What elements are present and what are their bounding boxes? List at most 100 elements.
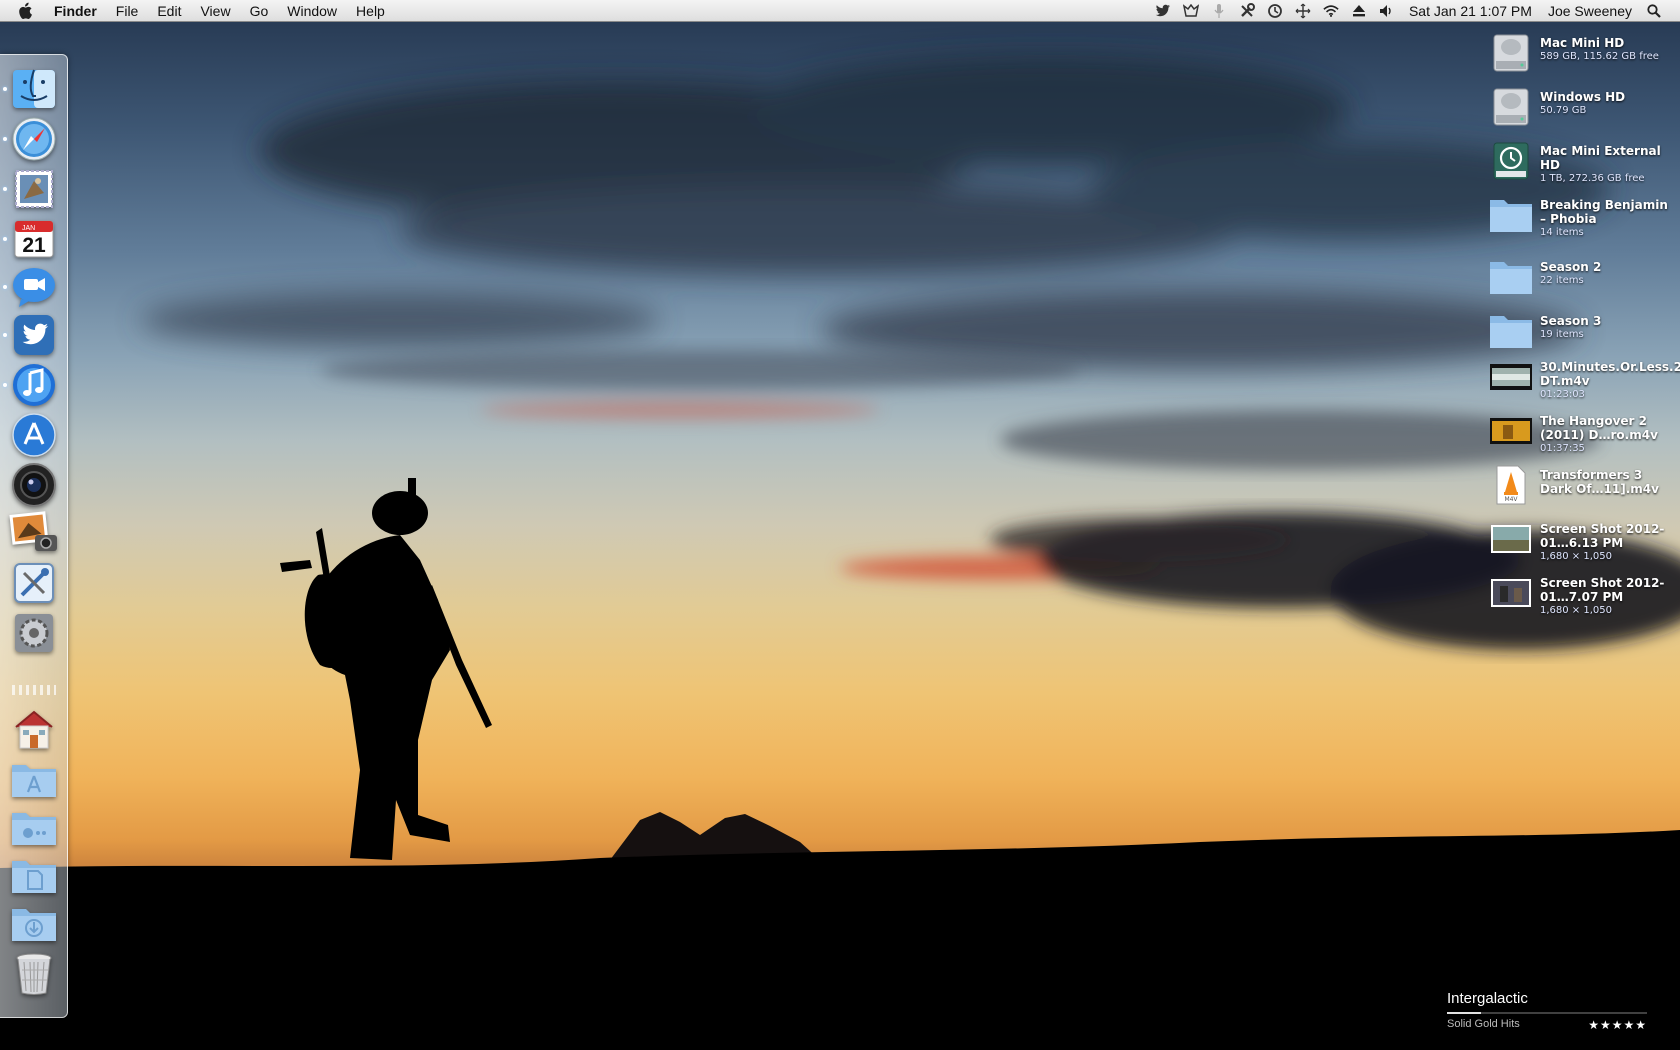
desktop-item-info: 1 TB, 272.36 GB free — [1540, 173, 1645, 184]
dock-applications-folder[interactable] — [8, 755, 60, 803]
desktop-item-info: 14 items — [1540, 227, 1584, 238]
dock-photo-booth[interactable] — [8, 461, 60, 509]
menu-clock[interactable]: Sat Jan 21 1:07 PM — [1409, 3, 1532, 19]
wifi-icon[interactable] — [1323, 3, 1339, 19]
vlc-document-icon: M4V — [1488, 462, 1534, 508]
desktop-item-name: Breaking Benjamin – Phobia — [1540, 198, 1668, 226]
fast-user-switch[interactable]: Joe Sweeney — [1548, 3, 1632, 19]
microphone-icon[interactable] — [1211, 3, 1227, 19]
dock-system-preferences[interactable] — [8, 609, 60, 657]
trash-icon — [16, 953, 52, 995]
documents-folder-icon — [12, 861, 56, 893]
desktop-item-name: Mac Mini HD — [1540, 36, 1625, 50]
desktop-item-info: 1,680 × 1,050 — [1540, 605, 1612, 616]
dock-safari[interactable] — [3, 115, 60, 163]
desktop-item-windows-hd[interactable]: Windows HD 50.79 GB — [1488, 84, 1678, 134]
desktop-item-external-hd[interactable]: Mac Mini External HD 1 TB, 272.36 GB fre… — [1488, 138, 1678, 194]
dock-ical[interactable]: JAN 21 — [3, 215, 60, 263]
camera-lens-icon — [12, 463, 56, 507]
menu-help[interactable]: Help — [356, 3, 385, 19]
desktop-item-name: Mac Mini External HD — [1540, 144, 1661, 172]
dock-home-folder[interactable] — [8, 705, 60, 753]
app-store-icon — [12, 413, 56, 457]
volume-icon[interactable] — [1379, 3, 1395, 19]
hard-drive-icon — [1488, 84, 1534, 130]
dock-utilities-folder[interactable] — [8, 803, 60, 851]
dock-documents-folder[interactable] — [8, 851, 60, 899]
utilities-folder-icon — [12, 813, 56, 845]
safari-icon — [12, 117, 56, 161]
desktop-item-name: Windows HD — [1540, 90, 1626, 104]
calendar-month: JAN — [22, 225, 35, 232]
growl-icon[interactable] — [1182, 3, 1199, 19]
tools-app-icon — [14, 563, 54, 603]
sync-icon[interactable] — [1267, 3, 1283, 19]
mail-icon — [15, 170, 53, 208]
desktop-item-name: Season 3 — [1540, 314, 1602, 328]
desktop-item-folder-season-2[interactable]: Season 2 22 items — [1488, 254, 1678, 304]
tools-icon[interactable] — [1239, 3, 1255, 19]
dock-separator — [12, 685, 56, 695]
desktop-item-screenshot-2[interactable]: Screen Shot 2012-01…7.07 PM 1,680 × 1,05… — [1488, 570, 1678, 626]
desktop-item-video-transformers-3[interactable]: M4V Transformers 3 Dark Of…11].m4v — [1488, 462, 1678, 512]
folder-icon — [1488, 254, 1534, 300]
desktop-item-info: 1,680 × 1,050 — [1540, 551, 1612, 562]
now-playing-track: Intergalactic — [1447, 990, 1528, 1007]
apple-menu-icon[interactable] — [18, 2, 38, 20]
desktop-item-name: Season 2 — [1540, 260, 1602, 274]
desktop-item-video-hangover-2[interactable]: The Hangover 2 (2011) D…ro.m4v 01:37:35 — [1488, 408, 1678, 464]
twitter-icon[interactable] — [1155, 3, 1171, 19]
spotlight-search-icon[interactable] — [1646, 3, 1662, 19]
desktop-item-info: 50.79 GB — [1540, 105, 1587, 116]
facetime-icon — [13, 268, 55, 307]
desktop-item-info: 22 items — [1540, 275, 1584, 286]
video-thumbnail-icon — [1488, 354, 1534, 400]
rating-stars[interactable]: ★★★★★ — [1588, 1018, 1647, 1032]
dock-app-store[interactable] — [8, 411, 60, 459]
menu-edit[interactable]: Edit — [157, 3, 181, 19]
desktop-item-mac-mini-hd[interactable]: Mac Mini HD 589 GB, 115.62 GB free — [1488, 30, 1678, 80]
image-thumbnail-icon — [1488, 516, 1534, 562]
desktop-item-video-30-minutes[interactable]: 30.Minutes.Or.Less.2011.BD…DT.m4v 01:23:… — [1488, 354, 1680, 410]
spaces-icon[interactable] — [1295, 3, 1311, 19]
itunes-icon — [13, 364, 55, 406]
menu-window[interactable]: Window — [287, 3, 337, 19]
desktop-item-info: 589 GB, 115.62 GB free — [1540, 51, 1659, 62]
desktop-item-screenshot-1[interactable]: Screen Shot 2012-01…6.13 PM 1,680 × 1,05… — [1488, 516, 1678, 572]
menu-app-name[interactable]: Finder — [54, 3, 97, 19]
desktop-item-folder-breaking-benjamin[interactable]: Breaking Benjamin – Phobia 14 items — [1488, 192, 1678, 248]
dock-iphoto[interactable] — [8, 509, 60, 557]
running-indicator — [3, 383, 7, 387]
dock-facetime[interactable] — [3, 263, 60, 311]
dock-downloads-folder[interactable] — [8, 899, 60, 947]
dock-finder[interactable] — [3, 65, 60, 113]
dock-twitter[interactable] — [3, 311, 60, 359]
running-indicator — [3, 333, 7, 337]
desktop-item-info: 01:23:03 — [1540, 389, 1585, 400]
menu-file[interactable]: File — [116, 3, 139, 19]
gear-icon — [15, 614, 53, 652]
file-type-badge: M4V — [1504, 496, 1518, 503]
dock-mail[interactable] — [3, 165, 60, 213]
downloads-folder-icon — [12, 909, 56, 941]
desktop-item-info: 01:37:35 — [1540, 443, 1585, 454]
menu-go[interactable]: Go — [250, 3, 269, 19]
dock: JAN 21 — [0, 54, 68, 1018]
running-indicator — [3, 285, 7, 289]
image-thumbnail-icon — [1488, 570, 1534, 616]
dock-developer-tools[interactable] — [8, 559, 60, 607]
iphoto-icon — [9, 511, 57, 551]
dock-itunes[interactable] — [3, 361, 60, 409]
eject-icon[interactable] — [1351, 3, 1367, 19]
desktop-item-info: 19 items — [1540, 329, 1584, 340]
menu-view[interactable]: View — [200, 3, 230, 19]
menu-bar: Finder File Edit View Go Window Help Sat… — [0, 0, 1680, 22]
time-machine-drive-icon — [1488, 138, 1534, 184]
desktop-item-folder-season-3[interactable]: Season 3 19 items — [1488, 308, 1678, 358]
applications-folder-icon — [12, 765, 56, 797]
now-playing-progress — [1447, 1012, 1647, 1014]
running-indicator — [3, 237, 7, 241]
running-indicator — [3, 87, 7, 91]
now-playing-widget[interactable]: Intergalactic Solid Gold Hits ★★★★★ — [1447, 990, 1647, 1036]
dock-trash[interactable] — [8, 949, 60, 997]
